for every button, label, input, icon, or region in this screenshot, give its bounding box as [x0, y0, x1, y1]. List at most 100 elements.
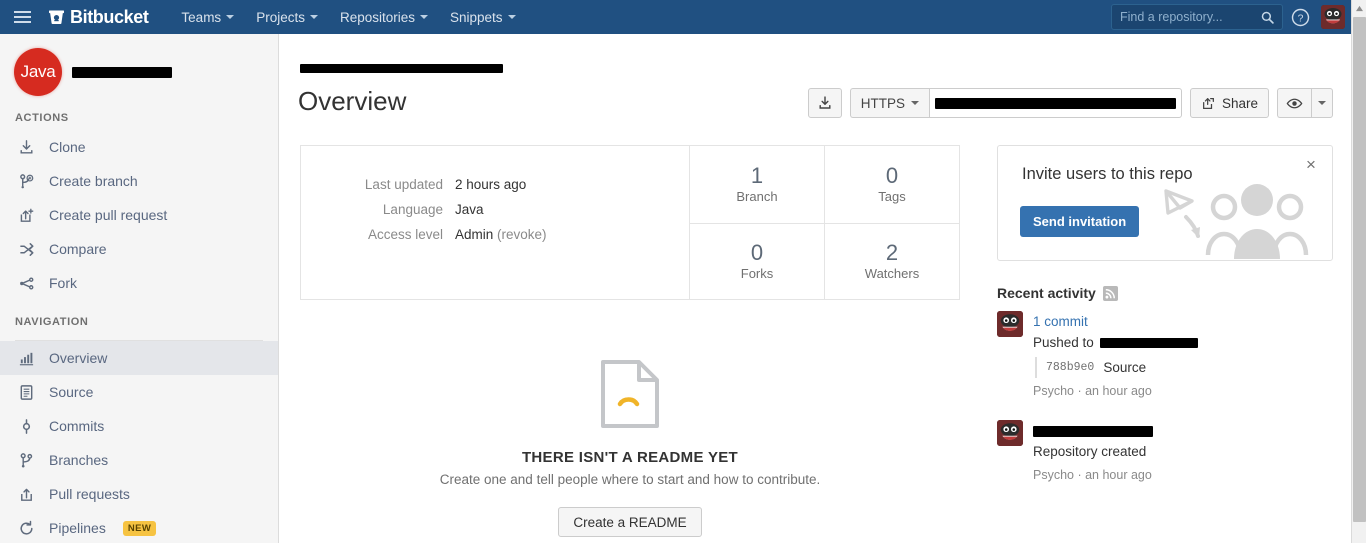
commit-source-link[interactable]: Source: [1103, 357, 1146, 378]
commit-icon: [16, 416, 36, 436]
breadcrumb-redacted: [300, 64, 503, 74]
activity-meta: Psycho · an hour ago: [1033, 468, 1152, 482]
chevron-down-icon: [507, 15, 516, 19]
navigation-section-label: NAVIGATION: [15, 316, 89, 328]
share-button[interactable]: Share: [1189, 88, 1269, 118]
sidebar-item-commits[interactable]: Commits: [0, 409, 278, 443]
stat-value: 1: [750, 163, 764, 189]
right-rail: Invite users to this repo × Send invitat…: [997, 145, 1333, 504]
actions-section-label: ACTIONS: [15, 112, 69, 124]
stat-watchers[interactable]: 2 Watchers: [824, 222, 959, 299]
fork-icon: [16, 273, 36, 293]
sidebar-action-clone-label: Clone: [49, 139, 86, 155]
primary-menu: Teams Projects Repositories Snippets: [170, 2, 526, 33]
main-content: Overview HTTPS Share Last updated 2 hour…: [280, 34, 1351, 543]
menu-teams[interactable]: Teams: [170, 2, 245, 33]
bucket-icon: [48, 9, 65, 26]
clone-protocol-label: HTTPS: [860, 95, 905, 111]
sidebar-action-create-branch-label: Create branch: [49, 173, 138, 189]
repository-action-bar: HTTPS Share: [807, 88, 1333, 118]
activity-description: Pushed to: [1033, 332, 1333, 353]
invite-users-card: Invite users to this repo × Send invitat…: [997, 145, 1333, 261]
activity-branch-redacted: [1099, 338, 1198, 349]
share-button-label: Share: [1221, 95, 1258, 111]
user-avatar[interactable]: [1321, 5, 1345, 29]
search-icon: [1261, 11, 1274, 24]
redaction-bar: [1033, 425, 1153, 437]
repository-name-redacted: [72, 66, 172, 78]
metadata-key: Last updated: [364, 177, 443, 192]
top-navigation-bar: Bitbucket Teams Projects Repositories Sn…: [0, 0, 1351, 34]
bitbucket-logo[interactable]: Bitbucket: [48, 7, 149, 28]
activity-item: 1 commit Pushed to 788b9e0 Source Psycho…: [997, 311, 1333, 402]
scrollbar-thumb[interactable]: [1353, 17, 1366, 522]
sidebar-action-create-pull-request[interactable]: Create pull request: [0, 198, 278, 232]
watch-button[interactable]: [1277, 88, 1311, 118]
stat-value: 0: [885, 163, 899, 189]
activity-commit-link[interactable]: 1 commit: [1033, 311, 1333, 332]
menu-hamburger-icon[interactable]: [0, 0, 44, 34]
sidebar-item-pull-requests[interactable]: Pull requests: [0, 477, 278, 511]
sidebar-item-commits-label: Commits: [49, 418, 105, 434]
repository-sidebar: Java ACTIONS Clone Create branch Create …: [0, 34, 279, 543]
activity-body: 1 commit Pushed to 788b9e0 Source Psycho…: [1033, 311, 1333, 402]
metadata-row: Last updated 2 hours ago: [301, 172, 689, 197]
revoke-link[interactable]: (revoke): [497, 227, 547, 242]
scroll-up-arrow-icon[interactable]: [1352, 0, 1366, 16]
rss-icon[interactable]: [1102, 285, 1118, 301]
download-icon: [819, 96, 831, 109]
sidebar-item-overview[interactable]: Overview: [0, 341, 278, 375]
repository-identity[interactable]: Java: [0, 34, 278, 96]
help-button[interactable]: ?: [1283, 0, 1317, 34]
readme-empty-title: THERE ISN'T A README YET: [521, 449, 739, 466]
clone-protocol-selector[interactable]: HTTPS: [849, 88, 929, 118]
create-readme-button[interactable]: Create a README: [558, 507, 702, 537]
share-icon: [1203, 97, 1214, 109]
pipelines-icon: [16, 518, 36, 538]
stat-value: 2: [885, 240, 899, 266]
branch-icon: [16, 450, 36, 470]
access-level-value: Admin: [455, 227, 494, 242]
menu-repositories[interactable]: Repositories: [329, 2, 439, 33]
clone-url-input[interactable]: [928, 88, 1182, 118]
sidebar-action-fork[interactable]: Fork: [0, 266, 278, 300]
activity-body: Repository created Psycho · an hour ago: [1033, 420, 1333, 486]
page-scrollbar[interactable]: [1351, 0, 1366, 543]
help-icon: ?: [1291, 8, 1309, 26]
pull-request-icon: [16, 205, 36, 225]
watch-dropdown-toggle[interactable]: [1311, 88, 1333, 118]
sidebar-action-create-pull-request-label: Create pull request: [49, 207, 168, 223]
sidebar-action-create-branch[interactable]: Create branch: [0, 164, 278, 198]
chevron-down-icon: [910, 101, 919, 105]
page-title: Overview: [298, 86, 407, 116]
menu-snippets[interactable]: Snippets: [439, 2, 527, 33]
stat-forks[interactable]: 0 Forks: [689, 222, 824, 299]
sidebar-action-compare[interactable]: Compare: [0, 232, 278, 266]
search-input[interactable]: [1120, 10, 1252, 24]
metadata-row: Access level Admin (revoke): [301, 222, 689, 247]
chevron-down-icon: [309, 15, 318, 19]
metadata-key: Access level: [367, 227, 443, 242]
activity-meta: Psycho · an hour ago: [1033, 384, 1152, 398]
send-invitation-button[interactable]: Send invitation: [1020, 206, 1140, 237]
sidebar-item-branches-label: Branches: [49, 452, 109, 468]
sidebar-item-source[interactable]: Source: [0, 375, 278, 409]
stat-tags[interactable]: 0 Tags: [824, 146, 959, 223]
metadata-row: Language Java: [301, 197, 689, 222]
stat-branch[interactable]: 1 Branch: [689, 146, 824, 223]
sidebar-action-clone[interactable]: Clone: [0, 130, 278, 164]
download-button[interactable]: [807, 88, 842, 118]
sidebar-item-pipelines[interactable]: Pipelines NEW: [0, 511, 278, 543]
commit-hash: 788b9e0: [1046, 361, 1095, 374]
sidebar-item-branches[interactable]: Branches: [0, 443, 278, 477]
close-icon[interactable]: ×: [1302, 156, 1320, 174]
activity-repo-redacted: [1033, 420, 1333, 441]
download-icon: [16, 137, 36, 157]
repository-search[interactable]: [1111, 4, 1283, 30]
menu-projects[interactable]: Projects: [245, 2, 329, 33]
chevron-down-icon: [1318, 101, 1326, 105]
readme-empty-subtitle: Create one and tell people where to star…: [439, 472, 821, 487]
breadcrumb[interactable]: [300, 61, 503, 75]
compare-icon: [16, 239, 36, 259]
readme-empty-state: THERE ISN'T A README YET Create one and …: [280, 358, 980, 537]
